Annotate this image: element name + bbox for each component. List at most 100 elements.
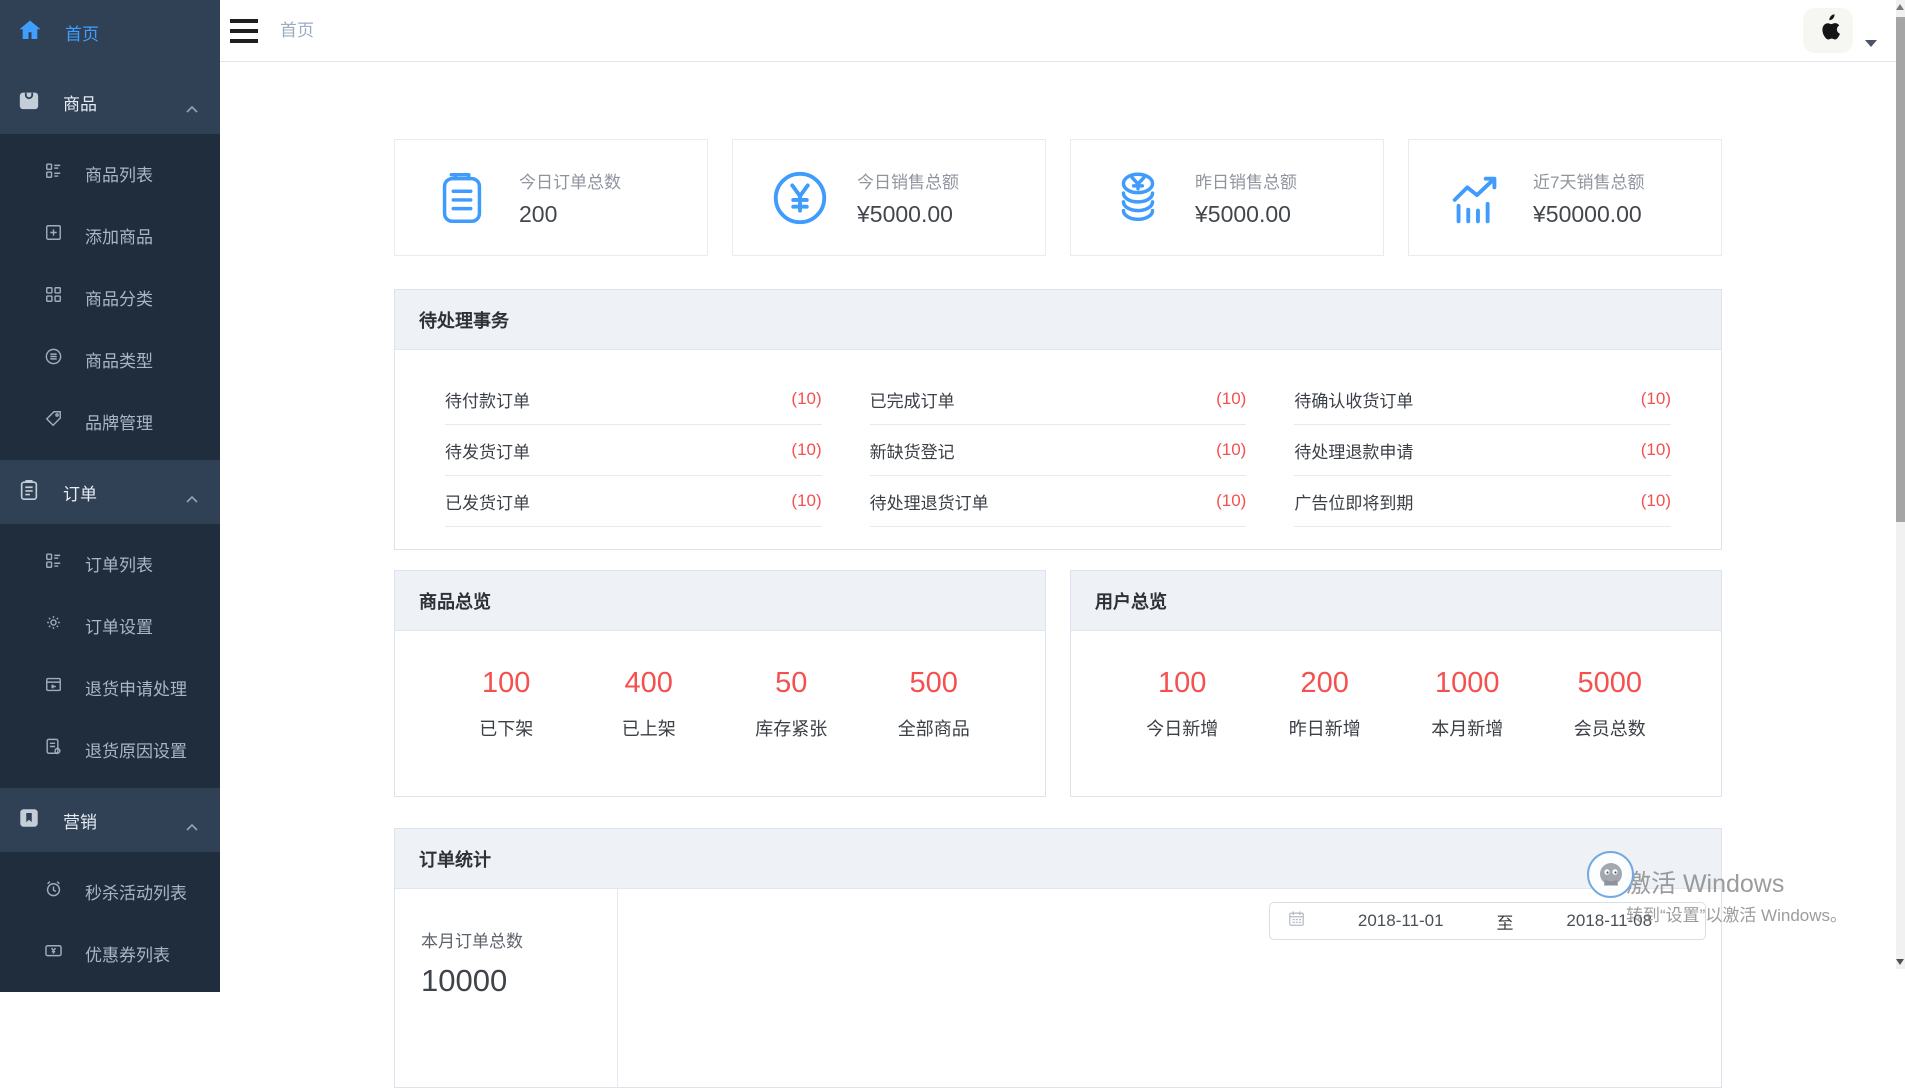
coupon-icon xyxy=(44,941,63,965)
user-overview-stats: 100 今日新增 200 昨日新增 1000 本月新增 5000 会员总数 xyxy=(1071,631,1721,741)
home-icon xyxy=(18,18,42,47)
todo-item-label: 待发货订单 xyxy=(445,438,530,463)
overview-stat-value: 100 xyxy=(435,667,578,700)
assistant-robot-icon[interactable] xyxy=(1587,851,1634,898)
sidebar-item-add-product[interactable]: 添加商品 xyxy=(0,204,220,266)
alarm-clock-icon xyxy=(44,879,63,903)
sidebar-item-order-list[interactable]: 订单列表 xyxy=(0,532,220,594)
list-icon xyxy=(44,551,63,575)
sidebar-item-return-reason-settings[interactable]: 退货原因设置 xyxy=(0,718,220,780)
sidebar-item-flash-sale-list[interactable]: 秒杀活动列表 xyxy=(0,860,220,922)
sidebar-item-label: 商品分类 xyxy=(85,285,153,310)
sidebar-item-label: 退货申请处理 xyxy=(85,675,187,700)
user-overview-title: 用户总览 xyxy=(1071,571,1721,631)
order-clipboard-icon xyxy=(431,167,493,229)
sidebar-section-label: 订单 xyxy=(63,480,97,505)
circle-list-icon xyxy=(44,347,63,371)
todo-item-new-stockout[interactable]: 新缺货登记 (10) xyxy=(870,425,1247,476)
overview-stat: 5000 会员总数 xyxy=(1539,667,1682,741)
sidebar-item-label: 订单设置 xyxy=(85,613,153,638)
todo-item-confirm-receipt-orders[interactable]: 待确认收货订单 (10) xyxy=(1294,374,1671,425)
stat-card-today-orders: 今日订单总数 200 xyxy=(394,139,708,256)
todo-item-pending-refund-requests[interactable]: 待处理退款申请 (10) xyxy=(1294,425,1671,476)
metric-value: 10000 xyxy=(421,963,617,999)
avatar[interactable] xyxy=(1803,8,1853,53)
todo-item-completed-orders[interactable]: 已完成订单 (10) xyxy=(870,374,1247,425)
scrollbar-down-arrow-icon[interactable] xyxy=(1896,959,1904,965)
stat-card-label: 昨日销售总额 xyxy=(1195,168,1297,193)
date-start: 2018-11-01 xyxy=(1305,911,1497,931)
sidebar-section-orders[interactable]: 订单 xyxy=(0,460,220,524)
todo-item-expiring-ads[interactable]: 广告位即将到期 (10) xyxy=(1294,476,1671,527)
sidebar-item-label: 首页 xyxy=(65,20,99,45)
sidebar-item-brand-management[interactable]: 品牌管理 xyxy=(0,390,220,452)
stat-card-today-sales: 今日销售总额 ¥5000.00 xyxy=(732,139,1046,256)
return-box-icon xyxy=(44,675,63,699)
coins-icon xyxy=(1107,167,1169,229)
order-stats-panel: 订单统计 本月订单总数 10000 2018-11-01 至 2018-11-0… xyxy=(394,828,1722,1088)
submenu-marketing: 秒杀活动列表 优惠券列表 xyxy=(0,852,220,992)
todo-item-label: 待处理退货订单 xyxy=(870,489,989,514)
overview-stat-value: 200 xyxy=(1254,667,1397,700)
stat-card-week-sales: 近7天销售总额 ¥50000.00 xyxy=(1408,139,1722,256)
topbar: 首页 xyxy=(220,0,1905,62)
overview-stat-value: 400 xyxy=(578,667,721,700)
sidebar-item-product-type[interactable]: 商品类型 xyxy=(0,328,220,390)
todo-item-label: 已发货订单 xyxy=(445,489,530,514)
sidebar-item-order-settings[interactable]: 订单设置 xyxy=(0,594,220,656)
sidebar-item-return-requests[interactable]: 退货申请处理 xyxy=(0,656,220,718)
breadcrumb[interactable]: 首页 xyxy=(280,0,314,61)
sidebar-section-marketing[interactable]: 营销 xyxy=(0,788,220,852)
chevron-up-icon xyxy=(186,488,198,508)
sidebar: 首页 商品 商品列表 添加商品 商品分类 xyxy=(0,0,220,969)
sidebar-item-home[interactable]: 首页 xyxy=(0,0,220,64)
date-range-picker[interactable]: 2018-11-01 至 2018-11-08 xyxy=(1269,902,1706,940)
order-stats-chart-area: 2018-11-01 至 2018-11-08 xyxy=(618,889,1721,1088)
submenu-products: 商品列表 添加商品 商品分类 商品类型 品牌管理 xyxy=(0,134,220,460)
sidebar-section-label: 商品 xyxy=(63,90,97,115)
sidebar-item-label: 商品列表 xyxy=(85,161,153,186)
overview-stat-value: 1000 xyxy=(1396,667,1539,700)
stat-card-yesterday-sales: 昨日销售总额 ¥5000.00 xyxy=(1070,139,1384,256)
list-icon xyxy=(44,161,63,185)
overview-stat-value: 5000 xyxy=(1539,667,1682,700)
stat-card-label: 近7天销售总额 xyxy=(1533,168,1644,193)
sidebar-item-product-list[interactable]: 商品列表 xyxy=(0,142,220,204)
main-content: 今日订单总数 200 今日销售总额 ¥5000.00 昨日销售总额 ¥5000.… xyxy=(394,62,1722,1088)
stat-card-value: ¥5000.00 xyxy=(1195,201,1297,228)
todo-item-count: (10) xyxy=(791,389,821,409)
sidebar-item-coupon-list[interactable]: 优惠券列表 xyxy=(0,922,220,984)
todo-item-count: (10) xyxy=(1641,491,1671,511)
vertical-scrollbar[interactable] xyxy=(1896,0,1905,969)
yen-circle-icon xyxy=(769,167,831,229)
todo-item-label: 广告位即将到期 xyxy=(1294,489,1413,514)
sidebar-section-products[interactable]: 商品 xyxy=(0,70,220,134)
sidebar-item-product-category[interactable]: 商品分类 xyxy=(0,266,220,328)
todo-item-pending-return-orders[interactable]: 待处理退货订单 (10) xyxy=(870,476,1247,527)
admin-dashboard: { "colors": { "accent": "#409eff", "dang… xyxy=(0,0,1905,969)
overview-stat-label: 今日新增 xyxy=(1111,715,1254,741)
todo-item-unpaid-orders[interactable]: 待付款订单 (10) xyxy=(445,374,822,425)
todo-item-label: 待付款订单 xyxy=(445,387,530,412)
todo-item-to-ship-orders[interactable]: 待发货订单 (10) xyxy=(445,425,822,476)
overview-stat-label: 昨日新增 xyxy=(1254,715,1397,741)
todo-item-label: 新缺货登记 xyxy=(870,438,955,463)
scrollbar-up-arrow-icon[interactable] xyxy=(1896,4,1904,10)
date-separator: 至 xyxy=(1497,909,1514,934)
chevron-up-icon xyxy=(186,98,198,118)
stat-card-label: 今日销售总额 xyxy=(857,168,959,193)
chevron-up-icon xyxy=(186,816,198,836)
todo-item-shipped-orders[interactable]: 已发货订单 (10) xyxy=(445,476,822,527)
clipboard-icon xyxy=(18,479,40,506)
order-stats-title: 订单统计 xyxy=(395,829,1721,889)
metric-label: 本月订单总数 xyxy=(421,927,617,952)
hamburger-menu-icon[interactable] xyxy=(230,19,258,43)
sidebar-item-label: 商品类型 xyxy=(85,347,153,372)
caret-down-icon[interactable] xyxy=(1865,40,1877,47)
grid-icon xyxy=(44,285,63,309)
gear-icon xyxy=(44,613,63,637)
sidebar-item-label: 退货原因设置 xyxy=(85,737,187,762)
sidebar-item-label: 订单列表 xyxy=(85,551,153,576)
scrollbar-thumb[interactable] xyxy=(1896,17,1905,522)
sidebar-item-label: 优惠券列表 xyxy=(85,941,170,966)
